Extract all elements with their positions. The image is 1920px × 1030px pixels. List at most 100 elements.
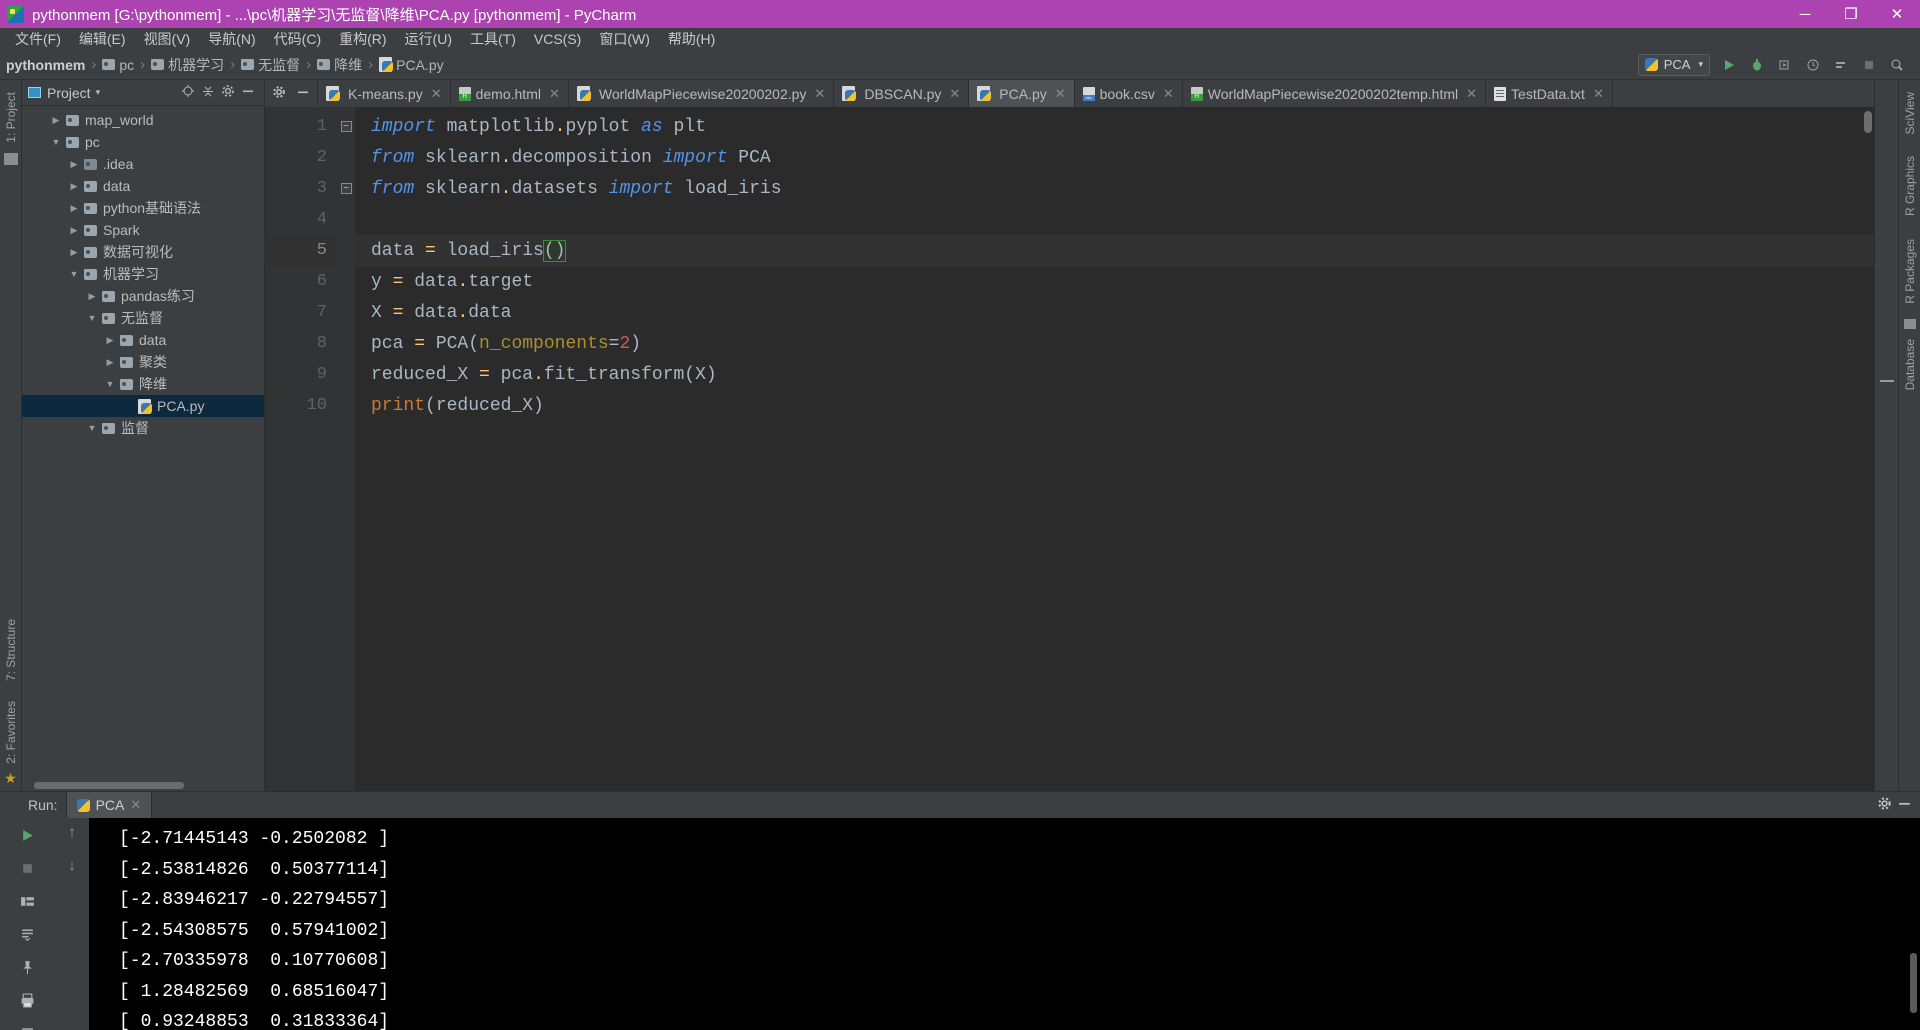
gear-icon[interactable] [272,85,286,102]
settings-icon[interactable] [1872,796,1896,814]
breadcrumb-item-0[interactable]: pythonmem [6,57,85,73]
tree-item-pandas练习[interactable]: ▶ pandas练习 [22,285,264,307]
menu-bar[interactable]: 文件(F) 编辑(E) 视图(V) 导航(N) 代码(C) 重构(R) 运行(U) 工具(T)… [0,28,1920,50]
print-icon[interactable] [16,989,40,1011]
console-output[interactable]: [-2.71445143 -0.2502082 ] [-2.53814826 0.… [89,818,1920,1030]
chevron-down-icon[interactable]: ▼ [68,269,80,279]
collapse-all-icon[interactable] [198,84,218,101]
minimize-button[interactable]: ─ [1782,0,1828,28]
code-line[interactable]: X = data. data [355,297,1874,328]
fold-marker[interactable] [337,297,355,328]
tool-button-rpackages[interactable]: R Packages [1903,233,1917,310]
code-line[interactable]: from sklearn. decomposition import PCA [355,142,1874,173]
editor-tab-PCA.py[interactable]: PCA.py ✕ [969,80,1075,107]
coverage-icon[interactable] [1772,53,1798,77]
code-line[interactable] [355,204,1874,235]
editor-tab-actions[interactable] [265,80,318,107]
editor-tab-demo.html[interactable]: demo.html ✕ [450,80,569,107]
editor-marker-bar[interactable] [1874,80,1898,791]
tree-item-PCA.py[interactable]: ▶ PCA.py [22,395,264,417]
editor-tab-bar[interactable]: K-means.py✕demo.html✕ WorldMapPiecewise20… [265,80,1874,107]
breadcrumb-item-3[interactable]: 无监督 [241,55,300,75]
code-line[interactable]: import matplotlib. pyplot as plt [355,111,1874,142]
trash-icon[interactable] [16,1022,40,1030]
chevron-right-icon[interactable]: ▶ [68,247,80,258]
fold-marker[interactable]: − [337,111,355,142]
menu-item-7[interactable]: 工具(T) [461,27,525,51]
tree-item-无监督[interactable]: ▼ 无监督 [22,307,264,329]
close-button[interactable]: ✕ [1874,0,1920,28]
chevron-down-icon[interactable]: ▼ [50,137,62,147]
editor-tab-K-means.py[interactable]: K-means.py ✕ [318,80,451,107]
close-icon[interactable]: ✕ [431,86,442,102]
project-tree-hscrollbar[interactable] [34,782,184,789]
search-icon[interactable] [1884,53,1910,77]
menu-item-1[interactable]: 编辑(E) [70,27,135,51]
breadcrumb[interactable]: pythonmem › pc › 机器学习 › 无监督 › 降维 › PCA.py [6,55,1638,75]
layout-icon[interactable] [16,890,40,912]
chevron-right-icon[interactable]: ▶ [122,401,134,412]
chevron-down-icon[interactable]: ▼ [86,423,98,433]
close-icon[interactable]: ✕ [549,86,560,102]
menu-item-6[interactable]: 运行(U) [396,27,461,51]
chevron-right-icon[interactable]: ▶ [68,225,80,236]
console-vscrollbar[interactable] [1910,953,1917,1013]
code-line[interactable]: data = load_iris() [355,235,1874,266]
tree-item-data[interactable]: ▶ data [22,329,264,351]
tool-button-favorites[interactable]: 2: Favorites [4,695,18,770]
project-tree[interactable]: ▶ map_world ▼ pc ▶ .idea ▶ data ▶ python基础语法 ▶ Spar… [22,106,264,791]
tool-button-rgraphics[interactable]: R Graphics [1903,150,1917,222]
hide-icon[interactable] [238,84,258,101]
chevron-down-icon[interactable]: ▾ [96,87,101,98]
tool-button-structure[interactable]: 7: Structure [4,613,18,687]
tool-button-database[interactable]: Database [1903,333,1917,396]
stop-icon[interactable] [1856,53,1882,77]
arrow-down-icon[interactable]: ↓ [68,857,76,874]
chevron-right-icon[interactable]: ▶ [50,115,62,126]
left-tool-strip[interactable]: 1: Project 7: Structure 2: Favorites ★ [0,80,22,791]
tree-item-pc[interactable]: ▼ pc [22,131,264,153]
run-toolbar[interactable] [1716,53,1920,77]
editor-tab-TestData.txt[interactable]: TestData.txt ✕ [1486,80,1613,107]
run-tab-pca[interactable]: PCA ✕ [66,792,152,818]
menu-item-3[interactable]: 导航(N) [199,27,264,51]
fold-marker[interactable]: − [337,173,355,204]
maximize-button[interactable]: ❐ [1828,0,1874,28]
run-nav-arrows[interactable]: ↑ ↓ [55,818,89,1030]
fold-marker[interactable] [337,390,355,421]
right-tool-strip[interactable]: SciView R Graphics R Packages Database [1898,80,1920,791]
code-editor[interactable]: 1 2 3 4 5 6 7 8 9 10 − − import matplotlib. pyplot … [265,107,1874,791]
tree-item-data[interactable]: ▶ data [22,175,264,197]
fold-marker[interactable] [337,204,355,235]
attach-icon[interactable] [1828,53,1854,77]
menu-item-2[interactable]: 视图(V) [135,27,200,51]
settings-icon[interactable] [218,84,238,101]
chevron-right-icon[interactable]: ▶ [68,203,80,214]
chevron-down-icon[interactable]: ▼ [86,313,98,323]
code-line[interactable]: from sklearn. datasets import load_iris [355,173,1874,204]
fold-collapse-icon[interactable]: − [340,183,352,194]
tool-button-sciview[interactable]: SciView [1903,86,1917,140]
rerun-icon[interactable] [16,824,40,846]
close-icon[interactable]: ✕ [1055,86,1066,102]
fold-marker[interactable] [337,266,355,297]
code-line[interactable]: reduced_X = pca. fit_transform(X) [355,359,1874,390]
chevron-right-icon[interactable]: ▶ [68,181,80,192]
chevron-right-icon[interactable]: ▶ [86,291,98,302]
tool-button-project[interactable]: 1: Project [4,86,18,149]
profile-icon[interactable] [1800,53,1826,77]
menu-item-5[interactable]: 重构(R) [330,27,395,51]
run-configuration-selector[interactable]: PCA ▾ [1637,53,1710,76]
code-text-area[interactable]: import matplotlib. pyplot as plt from skle… [355,107,1874,791]
run-side-toolbar[interactable] [0,818,55,1030]
hide-icon[interactable] [296,85,310,102]
code-line[interactable]: y = data. target [355,266,1874,297]
chevron-right-icon[interactable]: ▶ [104,335,116,346]
soft-wrap-icon[interactable] [16,923,40,945]
chevron-down-icon[interactable]: ▼ [104,379,116,389]
editor-tab-WorldMapPiecewise20200202temp.html[interactable]: WorldMapPiecewise20200202temp.html ✕ [1182,80,1487,107]
breadcrumb-item-1[interactable]: pc [102,57,134,73]
code-line[interactable]: pca = PCA(n_components = 2) [355,328,1874,359]
run-icon[interactable] [1716,53,1742,77]
fold-marker[interactable] [337,328,355,359]
